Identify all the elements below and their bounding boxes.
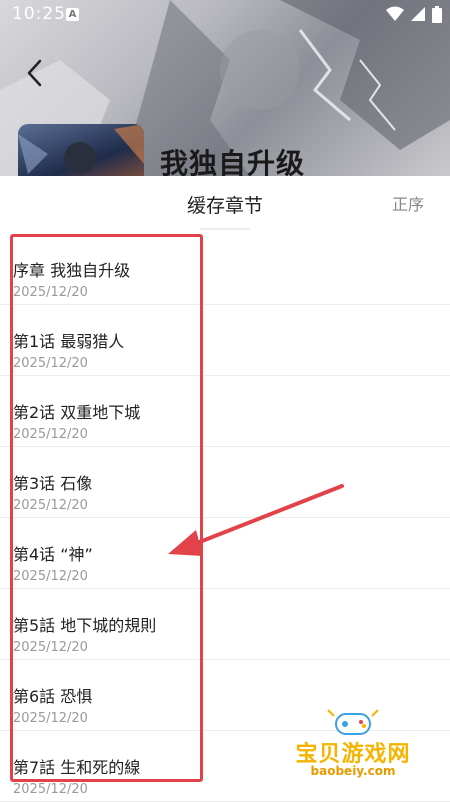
notification-icon: A — [66, 8, 79, 21]
comic-cover-thumbnail — [18, 124, 144, 176]
battery-icon — [432, 6, 442, 23]
sheet-title: 缓存章节 — [186, 195, 263, 217]
status-bar: 10:25 A — [0, 0, 450, 30]
wifi-icon — [386, 6, 404, 21]
site-watermark: 宝贝游戏网 baobeiy.com — [278, 708, 428, 788]
gamepad-logo-icon — [327, 709, 379, 735]
comic-header: 10:25 A 我独自升级 — [0, 0, 450, 176]
watermark-url: baobeiy.com — [310, 764, 396, 778]
comic-title: 我独自升级 — [160, 147, 306, 176]
status-time: 10:25 — [12, 4, 66, 24]
chapter-date: 2025/12/20 — [13, 782, 88, 797]
signal-icon — [411, 7, 425, 21]
back-arrow-icon[interactable] — [24, 58, 46, 88]
sort-order-button[interactable]: 正序 — [392, 191, 424, 215]
highlight-box — [10, 234, 203, 782]
divider — [200, 228, 250, 230]
